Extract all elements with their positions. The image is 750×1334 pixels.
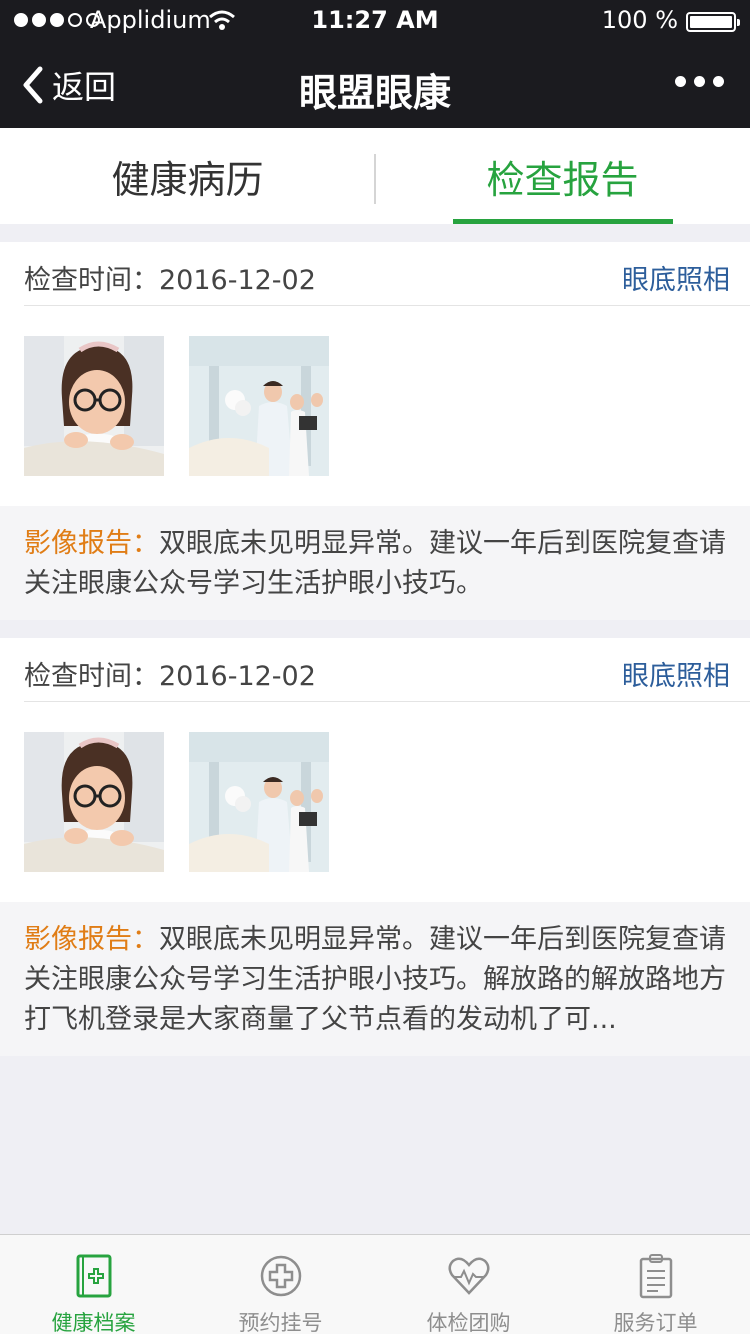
hospital-staff-photo[interactable]: [189, 732, 329, 872]
segment-tabs: 健康病历 检查报告: [0, 128, 750, 224]
imaging-report: 影像报告：双眼底未见明显异常。建议一年后到医院复查请关注眼康公众号学习生活护眼小…: [0, 902, 750, 1056]
clipboard-icon: [639, 1254, 673, 1299]
report-label: 影像报告：: [24, 924, 159, 955]
child-glasses-photo[interactable]: [24, 732, 164, 872]
tabbar-item-appointment[interactable]: 预约挂号: [187, 1235, 374, 1334]
exam-record-card[interactable]: 检查时间：2016-12-02 眼底照相 影像报告：双眼底未见明显异常。建议一年…: [0, 638, 750, 1056]
tab-health-history[interactable]: 健康病历: [0, 128, 375, 224]
tabbar-label: 健康档案: [51, 1311, 136, 1334]
heart-pulse-icon: [448, 1257, 490, 1295]
active-tab-indicator: [453, 219, 673, 224]
status-bar: Applidium 11:27 AM 100 %: [0, 0, 750, 40]
battery-percent: 100 %: [601, 6, 678, 34]
exam-date: 检查时间：2016-12-02: [24, 661, 316, 692]
battery-icon: [686, 12, 740, 32]
tabbar-item-service-orders[interactable]: 服务订单: [562, 1235, 749, 1334]
report-label: 影像报告：: [24, 528, 159, 559]
top-bar: Applidium 11:27 AM 100 % 返回 眼盟眼康: [0, 0, 750, 128]
bottom-tab-bar: 健康档案 预约挂号 体检团购 服务订单: [0, 1234, 750, 1334]
photo-row: [0, 702, 750, 902]
exam-type-link[interactable]: 眼底照相: [622, 258, 730, 297]
tabbar-label: 预约挂号: [238, 1311, 323, 1334]
tabbar-item-health-record[interactable]: 健康档案: [0, 1235, 187, 1334]
exam-date: 检查时间：2016-12-02: [24, 265, 316, 296]
tabbar-item-group-checkup[interactable]: 体检团购: [375, 1235, 562, 1334]
tab-exam-reports[interactable]: 检查报告: [375, 128, 750, 224]
exam-record-card[interactable]: 检查时间：2016-12-02 眼底照相 影像报告：双眼底未见明显异常。建议一年…: [0, 242, 750, 620]
tabbar-label: 服务订单: [613, 1311, 698, 1334]
imaging-report: 影像报告：双眼底未见明显异常。建议一年后到医院复查请关注眼康公众号学习生活护眼小…: [0, 506, 750, 620]
hospital-staff-photo[interactable]: [189, 336, 329, 476]
photo-row: [0, 306, 750, 506]
tabbar-label: 体检团购: [426, 1311, 511, 1334]
record-header: 检查时间：2016-12-02 眼底照相: [24, 638, 750, 702]
exam-type-link[interactable]: 眼底照相: [622, 654, 730, 693]
medical-cross-icon: [260, 1255, 302, 1297]
more-options-icon[interactable]: [675, 76, 724, 87]
record-header: 检查时间：2016-12-02 眼底照相: [24, 242, 750, 306]
page-title: 眼盟眼康: [298, 71, 451, 115]
health-record-icon: [76, 1254, 112, 1298]
child-glasses-photo[interactable]: [24, 336, 164, 476]
